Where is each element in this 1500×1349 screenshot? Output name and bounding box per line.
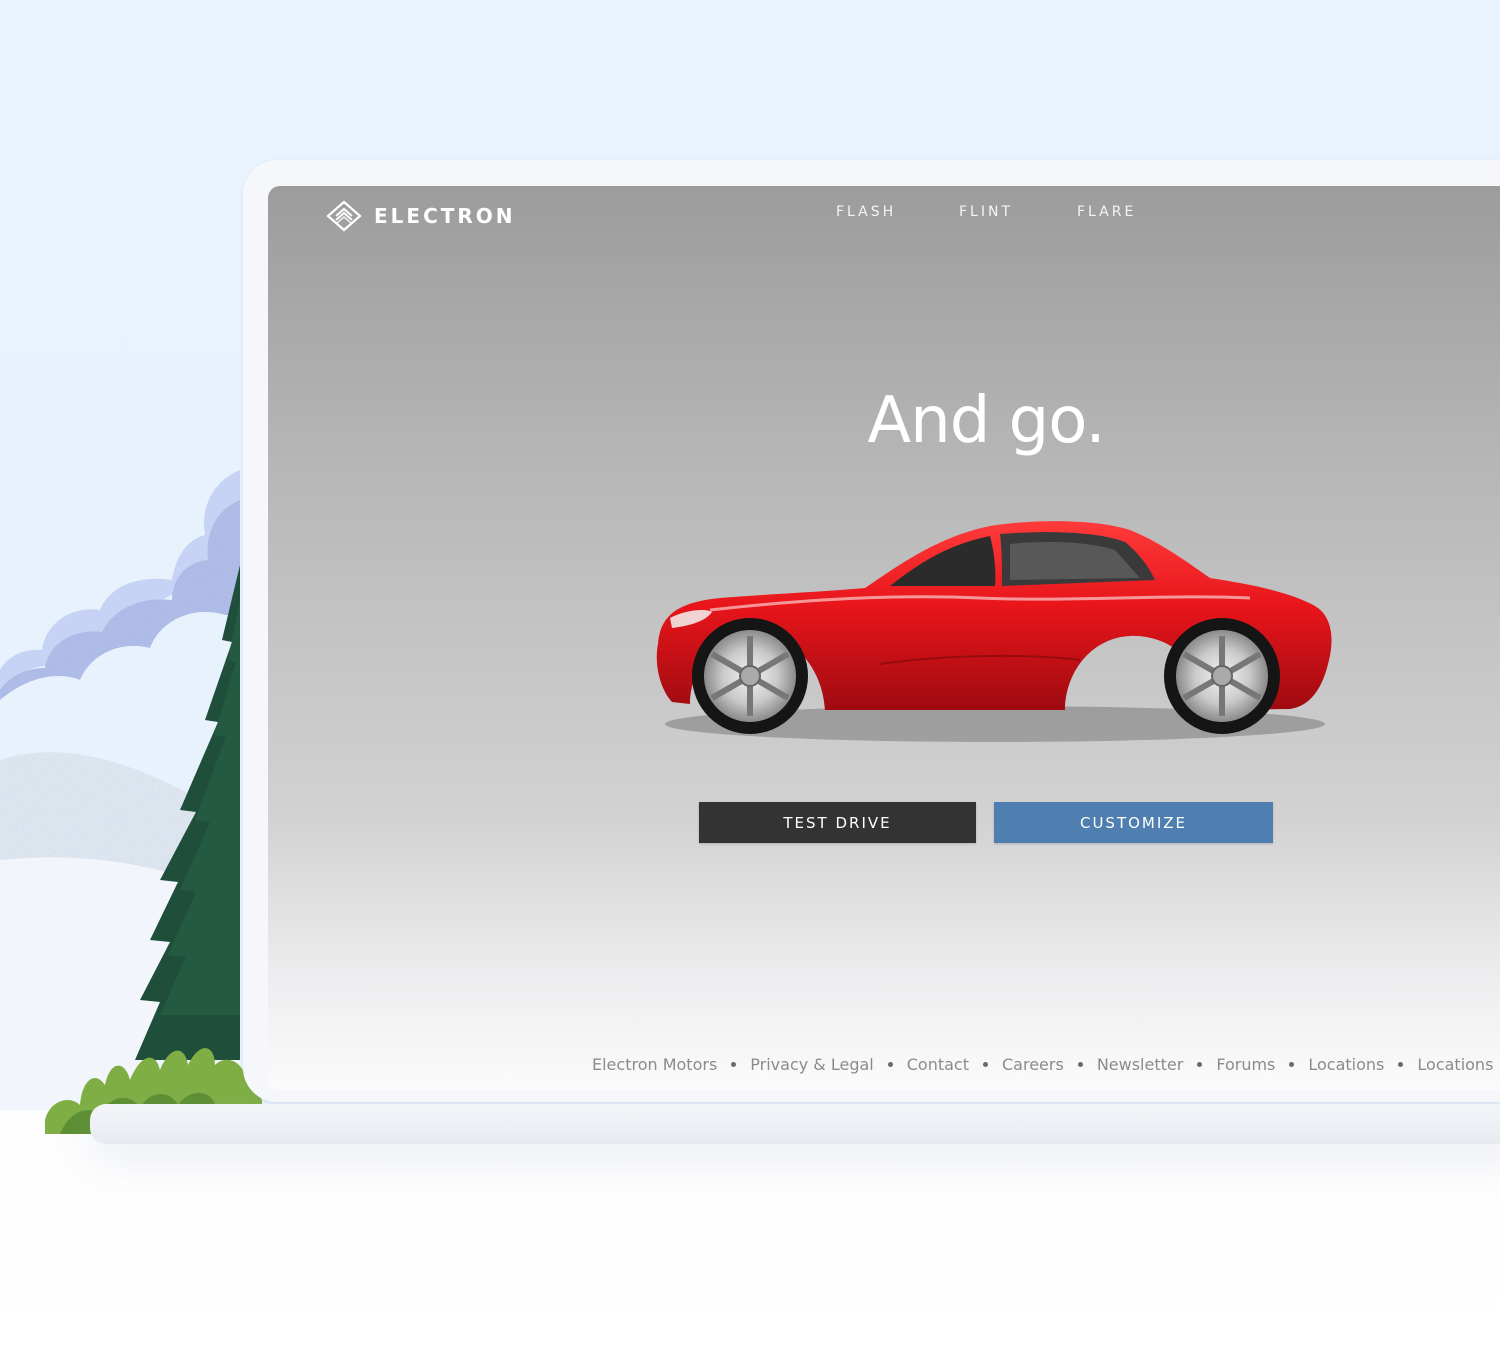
separator-dot bbox=[1077, 1061, 1083, 1067]
top-nav: FLASH FLINT FLARE bbox=[268, 204, 1500, 224]
footer-link-privacy-legal[interactable]: Privacy & Legal bbox=[750, 1055, 873, 1074]
footer-link-locations[interactable]: Locations bbox=[1308, 1055, 1384, 1074]
nav-link-flash[interactable]: FLASH bbox=[836, 204, 896, 220]
footer-link-careers[interactable]: Careers bbox=[1002, 1055, 1064, 1074]
footer-link-newsletter[interactable]: Newsletter bbox=[1097, 1055, 1184, 1074]
nav-link-flare[interactable]: FLARE bbox=[1077, 204, 1136, 220]
laptop-base bbox=[90, 1104, 1500, 1144]
footer-link-locations-2[interactable]: Locations bbox=[1417, 1055, 1493, 1074]
footer-link-forums[interactable]: Forums bbox=[1216, 1055, 1275, 1074]
hero-headline: And go. bbox=[867, 384, 1105, 458]
separator-dot bbox=[1398, 1061, 1404, 1067]
separator-dot bbox=[1197, 1061, 1203, 1067]
test-drive-button[interactable]: TEST DRIVE bbox=[699, 802, 976, 843]
separator-dot bbox=[1289, 1061, 1295, 1067]
footer-link-contact[interactable]: Contact bbox=[907, 1055, 969, 1074]
footer-link-electron-motors[interactable]: Electron Motors bbox=[592, 1055, 717, 1074]
scene: ELECTRON FLASH FLINT FLARE And go. TEST … bbox=[0, 0, 1500, 1349]
website-screen: ELECTRON FLASH FLINT FLARE And go. TEST … bbox=[268, 186, 1500, 1090]
separator-dot bbox=[731, 1061, 737, 1067]
separator-dot bbox=[887, 1061, 893, 1067]
red-sports-car-image bbox=[656, 521, 1332, 742]
customize-button[interactable]: CUSTOMIZE bbox=[994, 802, 1273, 843]
separator-dot bbox=[983, 1061, 988, 1067]
nav-link-flint[interactable]: FLINT bbox=[959, 204, 1013, 220]
footer-links: Electron Motors Privacy & Legal Contact … bbox=[592, 1054, 1493, 1074]
